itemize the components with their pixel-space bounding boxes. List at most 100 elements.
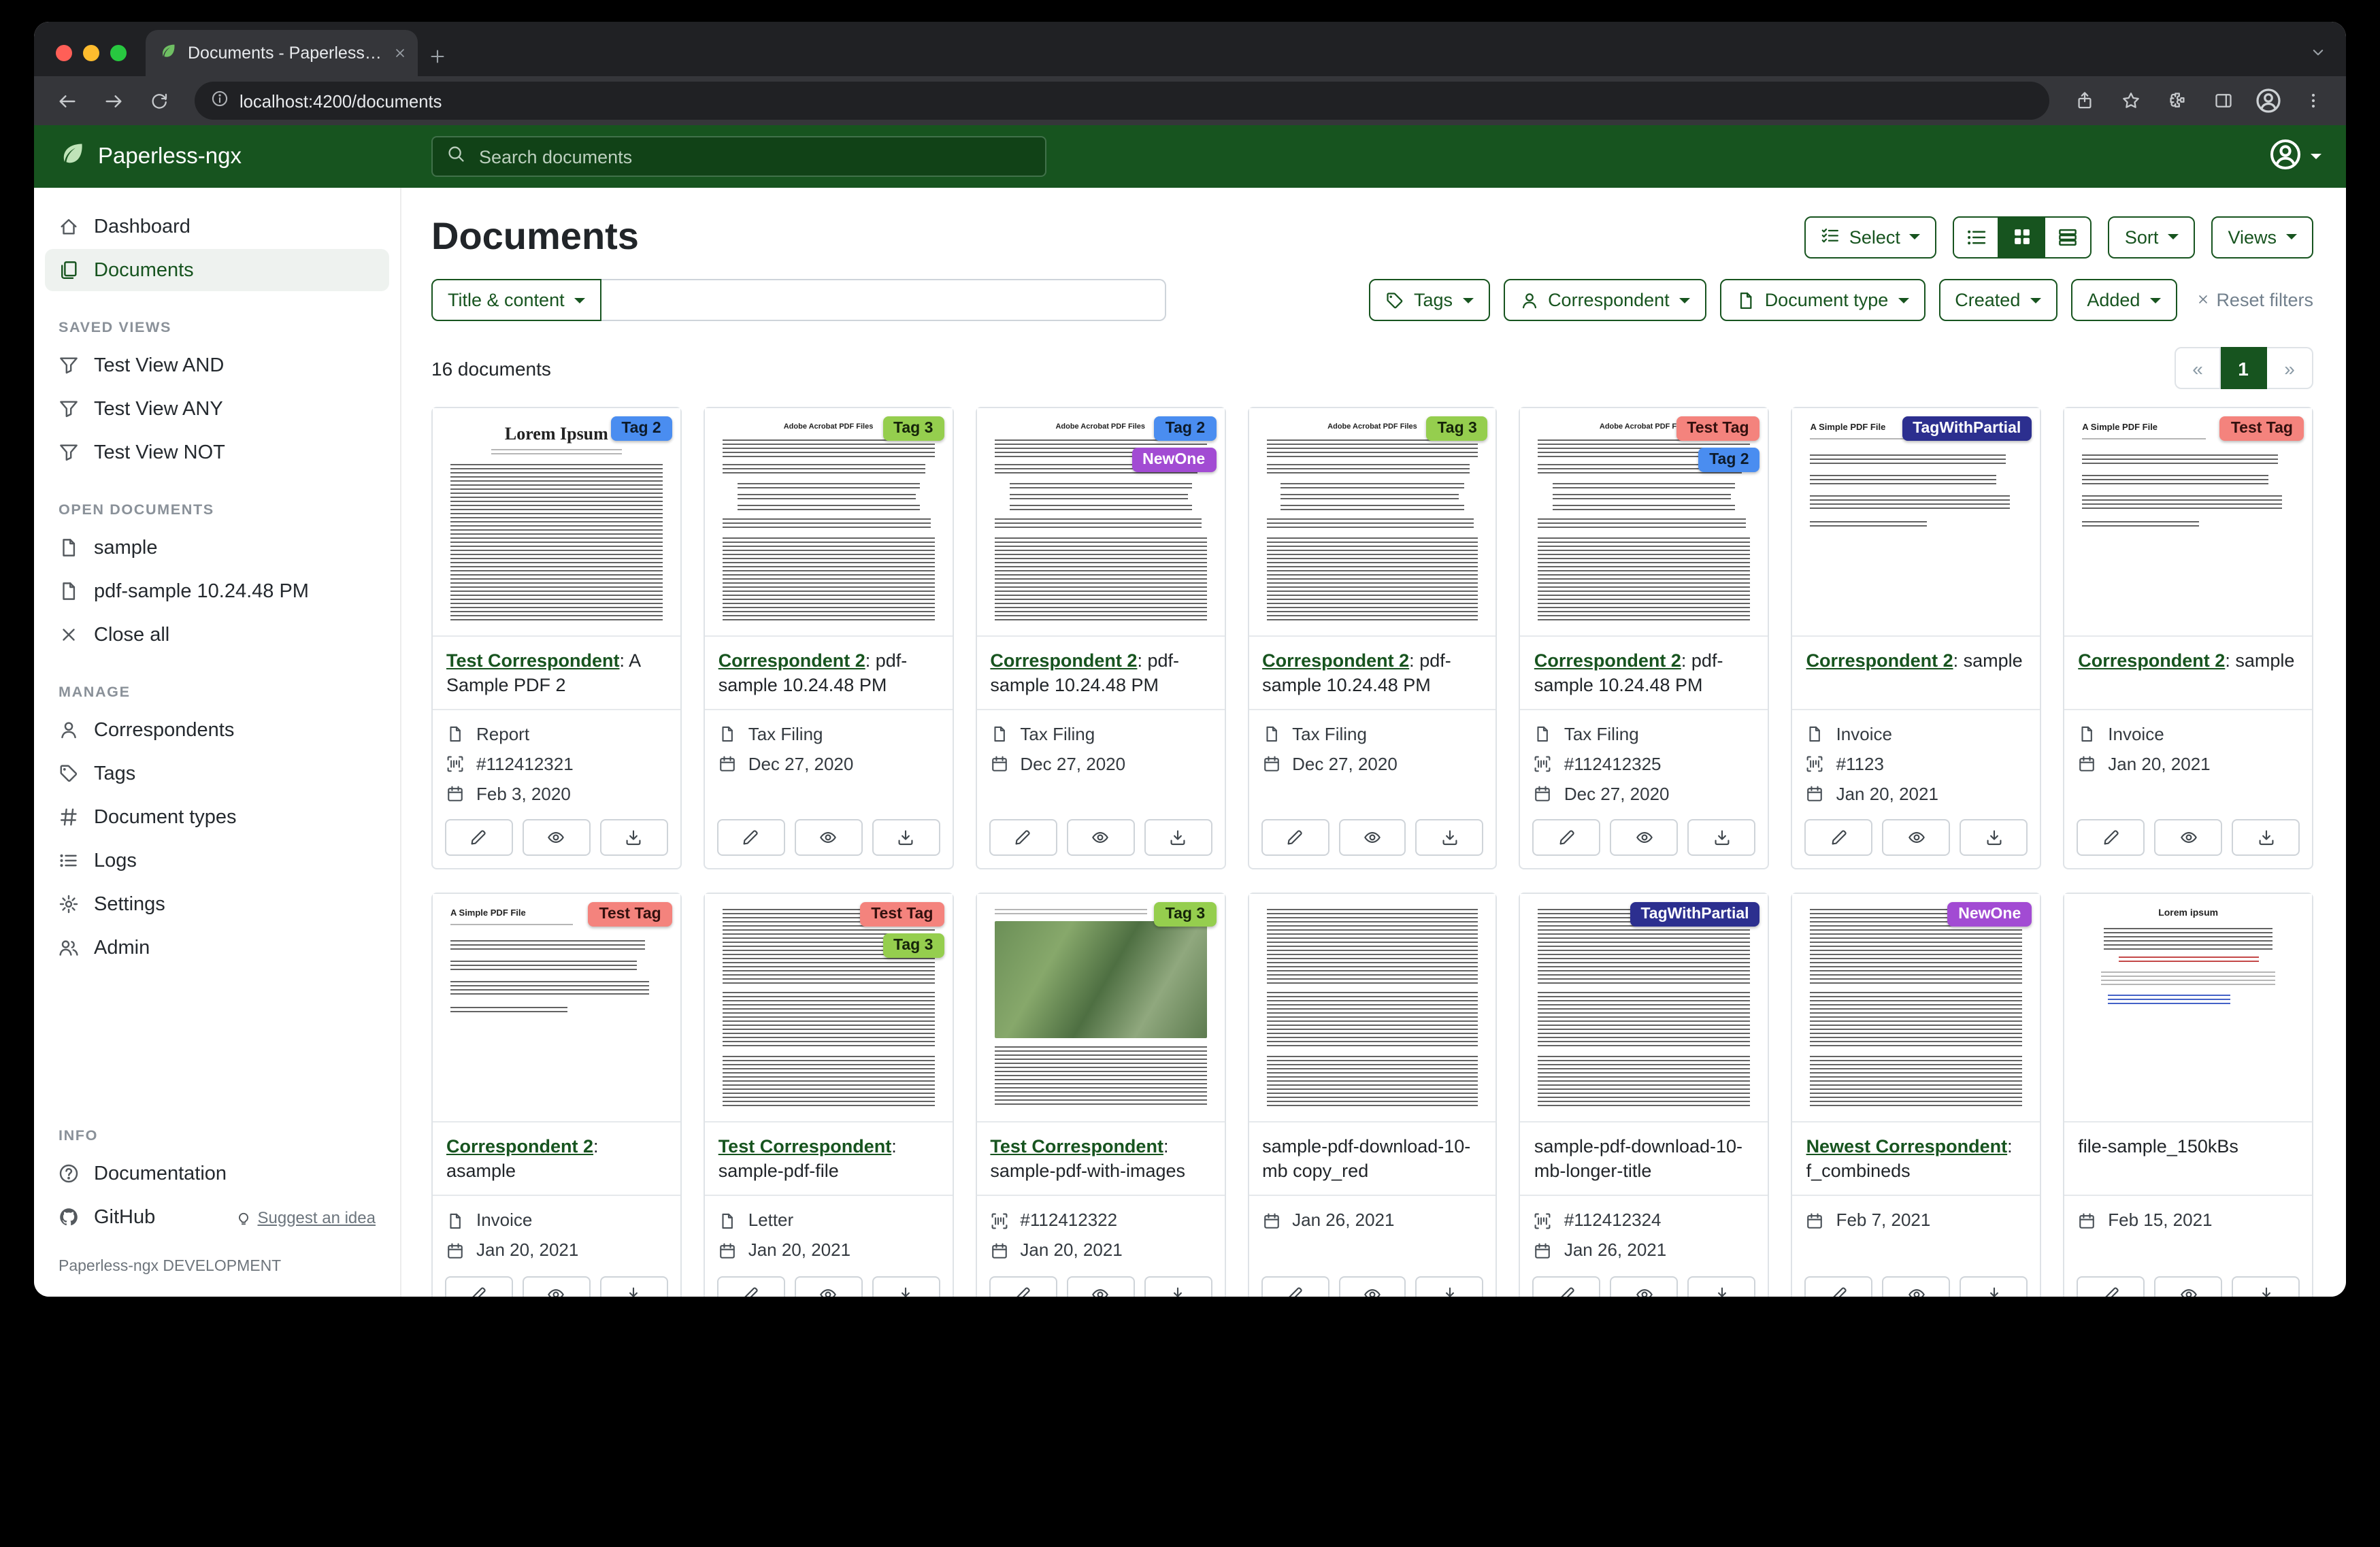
tag-badge[interactable]: Tag 3 <box>882 416 944 441</box>
pagination-next-button[interactable]: » <box>2267 347 2313 389</box>
filter-added-button[interactable]: Added <box>2070 279 2177 321</box>
download-document-button[interactable] <box>1144 820 1212 856</box>
download-document-button[interactable] <box>872 820 940 856</box>
sidebar-item-document-types[interactable]: Document types <box>45 796 389 838</box>
tag-badge[interactable]: Tag 3 <box>882 934 944 959</box>
view-document-button[interactable] <box>1338 820 1406 856</box>
correspondent-link[interactable]: Newest Correspondent <box>1806 1137 2008 1157</box>
view-document-button[interactable] <box>1066 1276 1134 1297</box>
tag-badge[interactable]: Test Tag <box>860 903 944 927</box>
edit-document-button[interactable] <box>989 820 1057 856</box>
sidebar-item-dashboard[interactable]: Dashboard <box>45 205 389 248</box>
site-info-icon[interactable] <box>211 90 229 112</box>
correspondent-link[interactable]: Test Correspondent <box>718 1137 892 1157</box>
bookmark-star-button[interactable] <box>2112 82 2150 120</box>
download-document-button[interactable] <box>1688 820 1756 856</box>
tag-badge[interactable]: NewOne <box>1947 903 2032 927</box>
correspondent-link[interactable]: Test Correspondent <box>990 1137 1163 1157</box>
download-document-button[interactable] <box>1960 820 2028 856</box>
sidebar-item-tags[interactable]: Tags <box>45 752 389 795</box>
view-document-button[interactable] <box>1610 1276 1679 1297</box>
download-document-button[interactable] <box>2232 820 2300 856</box>
tag-badge[interactable]: Tag 2 <box>610 416 672 441</box>
document-thumbnail[interactable]: A Simple PDF File <box>2064 408 2312 637</box>
search-input[interactable] <box>476 145 1031 168</box>
sidebar-item-test-view-not[interactable]: Test View NOT <box>45 431 389 473</box>
filter-created-button[interactable]: Created <box>1938 279 2057 321</box>
new-tab-button[interactable] <box>429 48 446 65</box>
edit-document-button[interactable] <box>445 820 513 856</box>
view-document-button[interactable] <box>2154 1276 2222 1297</box>
view-document-button[interactable] <box>2154 820 2222 856</box>
suggest-idea-link[interactable]: Suggest an idea <box>236 1208 376 1227</box>
filter-tags-button[interactable]: Tags <box>1369 279 1489 321</box>
edit-document-button[interactable] <box>1261 1276 1329 1297</box>
browser-menu-button[interactable] <box>2294 82 2332 120</box>
pagination-prev-button[interactable]: « <box>2175 347 2221 389</box>
correspondent-link[interactable]: Correspondent 2 <box>718 650 865 671</box>
tag-badge[interactable]: TagWithPartial <box>1630 903 1759 927</box>
download-document-button[interactable] <box>1688 1276 1756 1297</box>
sidebar-item-settings[interactable]: Settings <box>45 883 389 925</box>
document-thumbnail[interactable] <box>1249 895 1496 1123</box>
tag-badge[interactable]: TagWithPartial <box>1902 416 2032 441</box>
download-document-button[interactable] <box>2232 1276 2300 1297</box>
share-button[interactable] <box>2066 82 2104 120</box>
tag-badge[interactable]: NewOne <box>1131 448 1216 472</box>
edit-document-button[interactable] <box>1533 820 1601 856</box>
forward-button[interactable] <box>94 82 132 120</box>
edit-document-button[interactable] <box>989 1276 1057 1297</box>
view-document-button[interactable] <box>1882 820 1950 856</box>
window-minimize-button[interactable] <box>83 45 99 61</box>
document-thumbnail[interactable] <box>1521 895 1768 1123</box>
pagination-page-1-button[interactable]: 1 <box>2221 347 2267 389</box>
download-document-button[interactable] <box>600 1276 668 1297</box>
document-thumbnail[interactable] <box>976 895 1224 1123</box>
correspondent-link[interactable]: Correspondent 2 <box>1262 650 1409 671</box>
edit-document-button[interactable] <box>717 1276 785 1297</box>
sidebar-item-close-all[interactable]: Close all <box>45 614 389 656</box>
list-view-button[interactable] <box>1953 216 2000 258</box>
download-document-button[interactable] <box>600 820 668 856</box>
document-thumbnail[interactable]: Adobe Acrobat PDF Files <box>705 408 953 637</box>
filter-field-button[interactable]: Title & content <box>431 279 601 321</box>
sidebar-item-pdf-sample-10-24-48-pm[interactable]: pdf-sample 10.24.48 PM <box>45 570 389 612</box>
address-bar[interactable]: localhost:4200/documents <box>195 82 2049 120</box>
window-close-button[interactable] <box>56 45 72 61</box>
view-document-button[interactable] <box>1610 820 1679 856</box>
browser-profile-button[interactable] <box>2251 83 2286 118</box>
document-thumbnail[interactable]: Lorem Ipsum <box>433 408 680 637</box>
grid-view-button[interactable] <box>2000 216 2046 258</box>
correspondent-link[interactable]: Correspondent 2 <box>1806 650 1953 671</box>
filter-correspondent-button[interactable]: Correspondent <box>1503 279 1706 321</box>
sidebar-item-documentation[interactable]: Documentation <box>45 1152 389 1195</box>
edit-document-button[interactable] <box>1805 820 1873 856</box>
sidebar-item-logs[interactable]: Logs <box>45 839 389 882</box>
view-document-button[interactable] <box>1338 1276 1406 1297</box>
tag-badge[interactable]: Test Tag <box>2220 416 2304 441</box>
title-content-filter-input[interactable] <box>601 279 1166 321</box>
download-document-button[interactable] <box>1416 820 1484 856</box>
view-document-button[interactable] <box>1882 1276 1950 1297</box>
sidebar-item-correspondents[interactable]: Correspondents <box>45 709 389 751</box>
view-document-button[interactable] <box>795 820 863 856</box>
edit-document-button[interactable] <box>1805 1276 1873 1297</box>
tag-badge[interactable]: Test Tag <box>589 903 672 927</box>
user-menu-button[interactable] <box>2268 137 2321 176</box>
tag-badge[interactable]: Test Tag <box>1676 416 1759 441</box>
browser-tab[interactable]: Documents - Paperless-ngx <box>146 30 418 76</box>
document-thumbnail[interactable]: Adobe Acrobat PDF Files <box>1249 408 1496 637</box>
tab-search-button[interactable] <box>2309 44 2346 76</box>
tag-badge[interactable]: Tag 2 <box>1155 416 1216 441</box>
sidebar-item-test-view-and[interactable]: Test View AND <box>45 344 389 386</box>
view-document-button[interactable] <box>1066 820 1134 856</box>
side-panel-button[interactable] <box>2204 82 2243 120</box>
edit-document-button[interactable] <box>1261 820 1329 856</box>
detail-view-button[interactable] <box>2046 216 2092 258</box>
download-document-button[interactable] <box>872 1276 940 1297</box>
reload-button[interactable] <box>140 82 178 120</box>
sidebar-item-admin[interactable]: Admin <box>45 927 389 969</box>
edit-document-button[interactable] <box>445 1276 513 1297</box>
filter-document-type-button[interactable]: Document type <box>1720 279 1926 321</box>
edit-document-button[interactable] <box>2077 820 2145 856</box>
